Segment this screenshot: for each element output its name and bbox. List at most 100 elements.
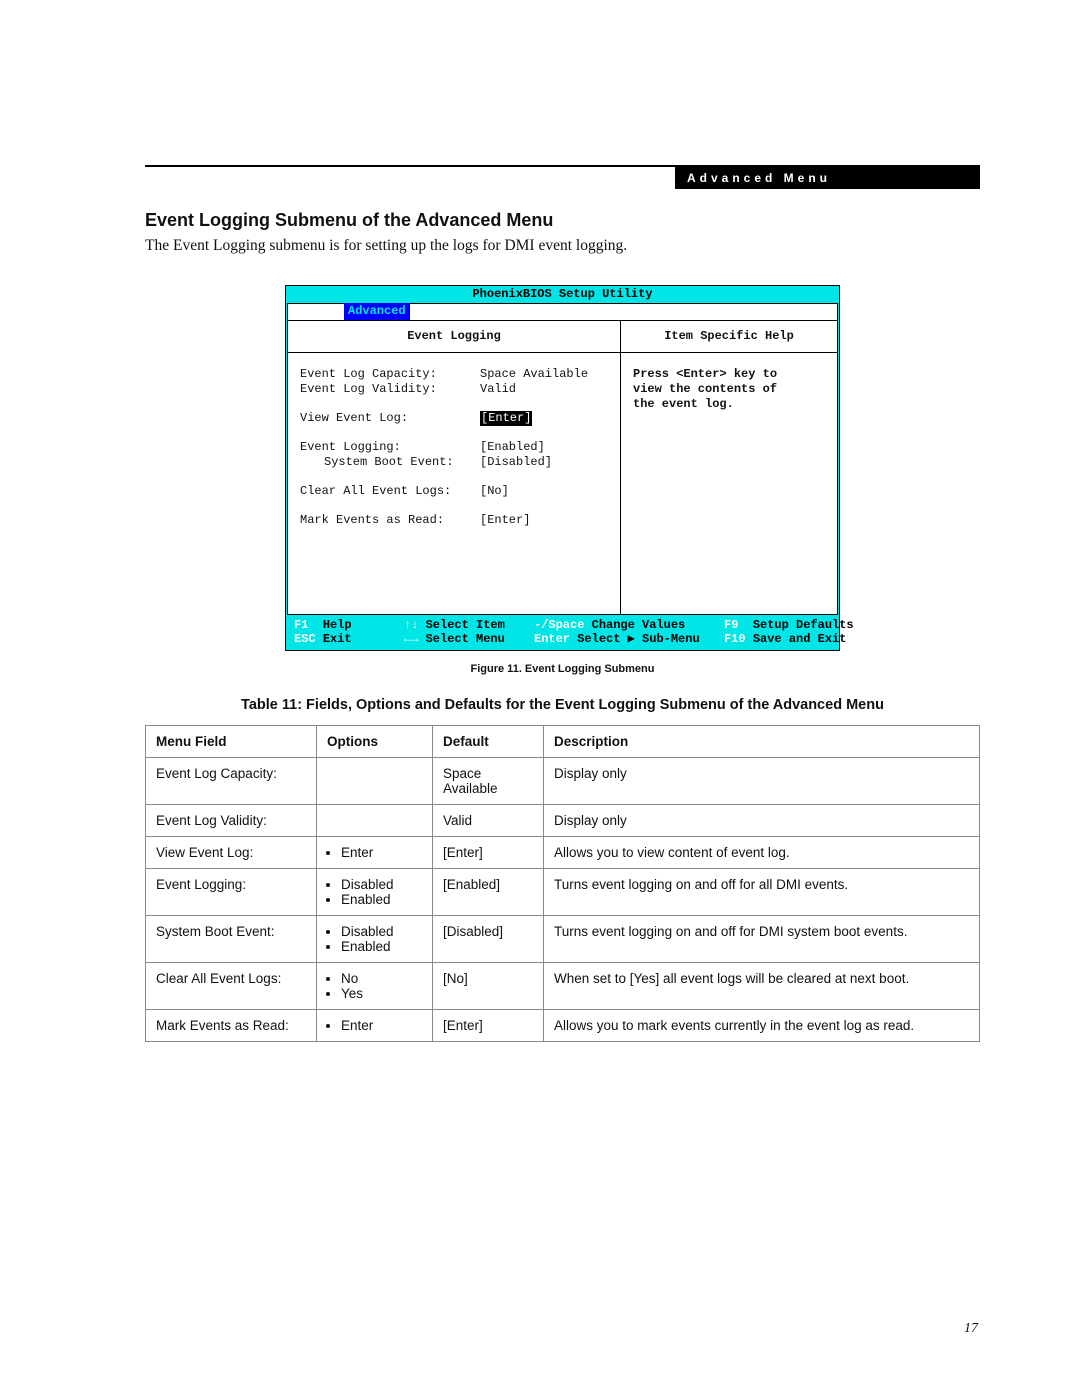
- bios-help-line: the event log.: [633, 397, 825, 412]
- bios-sysboot-value: [Disabled]: [480, 455, 552, 470]
- bios-left-body: Event Log Capacity:Space Available Event…: [288, 353, 620, 542]
- cell-default: Space Available: [433, 757, 544, 804]
- header-tab: Advanced Menu: [675, 167, 980, 189]
- label-select-menu: Select Menu: [426, 632, 505, 646]
- cell-menu-field: Clear All Event Logs:: [146, 962, 317, 1009]
- cell-description: Allows you to view content of event log.: [544, 836, 980, 868]
- table-header-row: Menu Field Options Default Description: [146, 725, 980, 757]
- table-row: Event Log Capacity: Space AvailableDispla…: [146, 757, 980, 804]
- th-description: Description: [544, 725, 980, 757]
- bios-active-tab: Advanced: [344, 303, 410, 320]
- bios-left-header: Event Logging: [288, 321, 620, 353]
- page: Advanced Menu Event Logging Submenu of t…: [0, 0, 1080, 1397]
- cell-description: Turns event logging on and off for DMI s…: [544, 915, 980, 962]
- cell-description: Display only: [544, 804, 980, 836]
- cell-menu-field: Event Logging:: [146, 868, 317, 915]
- option-item: Enabled: [341, 939, 422, 954]
- label-help: Help: [323, 618, 352, 632]
- figure-caption: Figure 11. Event Logging Submenu: [145, 663, 980, 675]
- bios-logging-label: Event Logging:: [300, 440, 480, 455]
- key-leftright: ←→: [404, 632, 418, 646]
- cell-menu-field: Mark Events as Read:: [146, 1009, 317, 1041]
- th-menu-field: Menu Field: [146, 725, 317, 757]
- option-item: Enter: [341, 845, 422, 860]
- bios-validity-value: Valid: [480, 382, 516, 397]
- section-title: Event Logging Submenu of the Advanced Me…: [145, 210, 980, 231]
- cell-options: DisabledEnabled: [317, 868, 433, 915]
- table-row: Event Logging:DisabledEnabled[Enabled]Tu…: [146, 868, 980, 915]
- bios-clear-label: Clear All Event Logs:: [300, 484, 480, 499]
- cell-menu-field: View Event Log:: [146, 836, 317, 868]
- bios-sysboot-label: System Boot Event:: [300, 455, 480, 470]
- spec-table: Menu Field Options Default Description E…: [145, 725, 980, 1042]
- th-default: Default: [433, 725, 544, 757]
- section-intro: The Event Logging submenu is for setting…: [145, 237, 980, 255]
- key-f9: F9: [724, 618, 738, 632]
- bios-right-header: Item Specific Help: [621, 321, 837, 353]
- bios-clear-value: [No]: [480, 484, 509, 499]
- key-esc: ESC: [294, 632, 316, 646]
- bios-view-label: View Event Log:: [300, 411, 480, 426]
- page-number: 17: [964, 1321, 978, 1337]
- option-item: Enabled: [341, 892, 422, 907]
- cell-options: [317, 757, 433, 804]
- key-f10: F10: [724, 632, 746, 646]
- label-exit: Exit: [323, 632, 352, 646]
- bios-mark-label: Mark Events as Read:: [300, 513, 480, 528]
- bios-logging-value: [Enabled]: [480, 440, 545, 455]
- bios-validity-label: Event Log Validity:: [300, 382, 480, 397]
- label-select-submenu: Select ▶ Sub-Menu: [577, 632, 699, 646]
- cell-default: Valid: [433, 804, 544, 836]
- table-title: Table 11: Fields, Options and Defaults f…: [145, 697, 980, 713]
- cell-default: [Enter]: [433, 836, 544, 868]
- bios-capacity-label: Event Log Capacity:: [300, 367, 480, 382]
- cell-description: Display only: [544, 757, 980, 804]
- option-item: Disabled: [341, 877, 422, 892]
- key-f1: F1: [294, 618, 308, 632]
- cell-options: DisabledEnabled: [317, 915, 433, 962]
- bios-help-body: Press <Enter> key to view the contents o…: [621, 353, 837, 426]
- bios-body: Event Logging Event Log Capacity:Space A…: [287, 321, 838, 615]
- bios-utility-title: PhoenixBIOS Setup Utility: [286, 286, 839, 302]
- cell-options: Enter: [317, 836, 433, 868]
- bios-tab-bar: Advanced: [287, 303, 838, 321]
- bios-capacity-value: Space Available: [480, 367, 588, 382]
- cell-menu-field: System Boot Event:: [146, 915, 317, 962]
- key-enter: Enter: [534, 632, 570, 646]
- label-save-exit: Save and Exit: [753, 632, 847, 646]
- content-area: Event Logging Submenu of the Advanced Me…: [145, 210, 980, 1042]
- table-row: System Boot Event:DisabledEnabled[Disabl…: [146, 915, 980, 962]
- key-minus-space: -/Space: [534, 618, 584, 632]
- bios-help-line: Press <Enter> key to: [633, 367, 825, 382]
- bios-left-panel: Event Logging Event Log Capacity:Space A…: [288, 321, 621, 614]
- cell-description: When set to [Yes] all event logs will be…: [544, 962, 980, 1009]
- cell-description: Allows you to mark events currently in t…: [544, 1009, 980, 1041]
- cell-default: [Enter]: [433, 1009, 544, 1041]
- label-change-values: Change Values: [592, 618, 686, 632]
- label-select-item: Select Item: [426, 618, 505, 632]
- table-row: Mark Events as Read: Enter [Enter]Allows y…: [146, 1009, 980, 1041]
- bios-mark-value: [Enter]: [480, 513, 530, 528]
- key-updown: ↑↓: [404, 618, 418, 632]
- cell-options: [317, 804, 433, 836]
- option-item: Enter: [341, 1018, 422, 1033]
- bios-view-value: [Enter]: [480, 411, 532, 426]
- option-item: Yes: [341, 986, 422, 1001]
- table-row: Clear All Event Logs:NoYes[No]When set t…: [146, 962, 980, 1009]
- option-item: Disabled: [341, 924, 422, 939]
- table-row: Event Log Validity: ValidDisplay only: [146, 804, 980, 836]
- cell-description: Turns event logging on and off for all D…: [544, 868, 980, 915]
- th-options: Options: [317, 725, 433, 757]
- bios-footer: F1 Help ↑↓ Select Item -/Space Change Va…: [286, 616, 839, 650]
- bios-help-line: view the contents of: [633, 382, 825, 397]
- cell-options: NoYes: [317, 962, 433, 1009]
- label-setup-defaults: Setup Defaults: [753, 618, 854, 632]
- cell-menu-field: Event Log Capacity:: [146, 757, 317, 804]
- cell-default: [Enabled]: [433, 868, 544, 915]
- cell-default: [Disabled]: [433, 915, 544, 962]
- bios-screen: PhoenixBIOS Setup Utility Advanced Event…: [285, 285, 840, 651]
- bios-right-panel: Item Specific Help Press <Enter> key to …: [621, 321, 837, 614]
- cell-default: [No]: [433, 962, 544, 1009]
- option-item: No: [341, 971, 422, 986]
- cell-menu-field: Event Log Validity:: [146, 804, 317, 836]
